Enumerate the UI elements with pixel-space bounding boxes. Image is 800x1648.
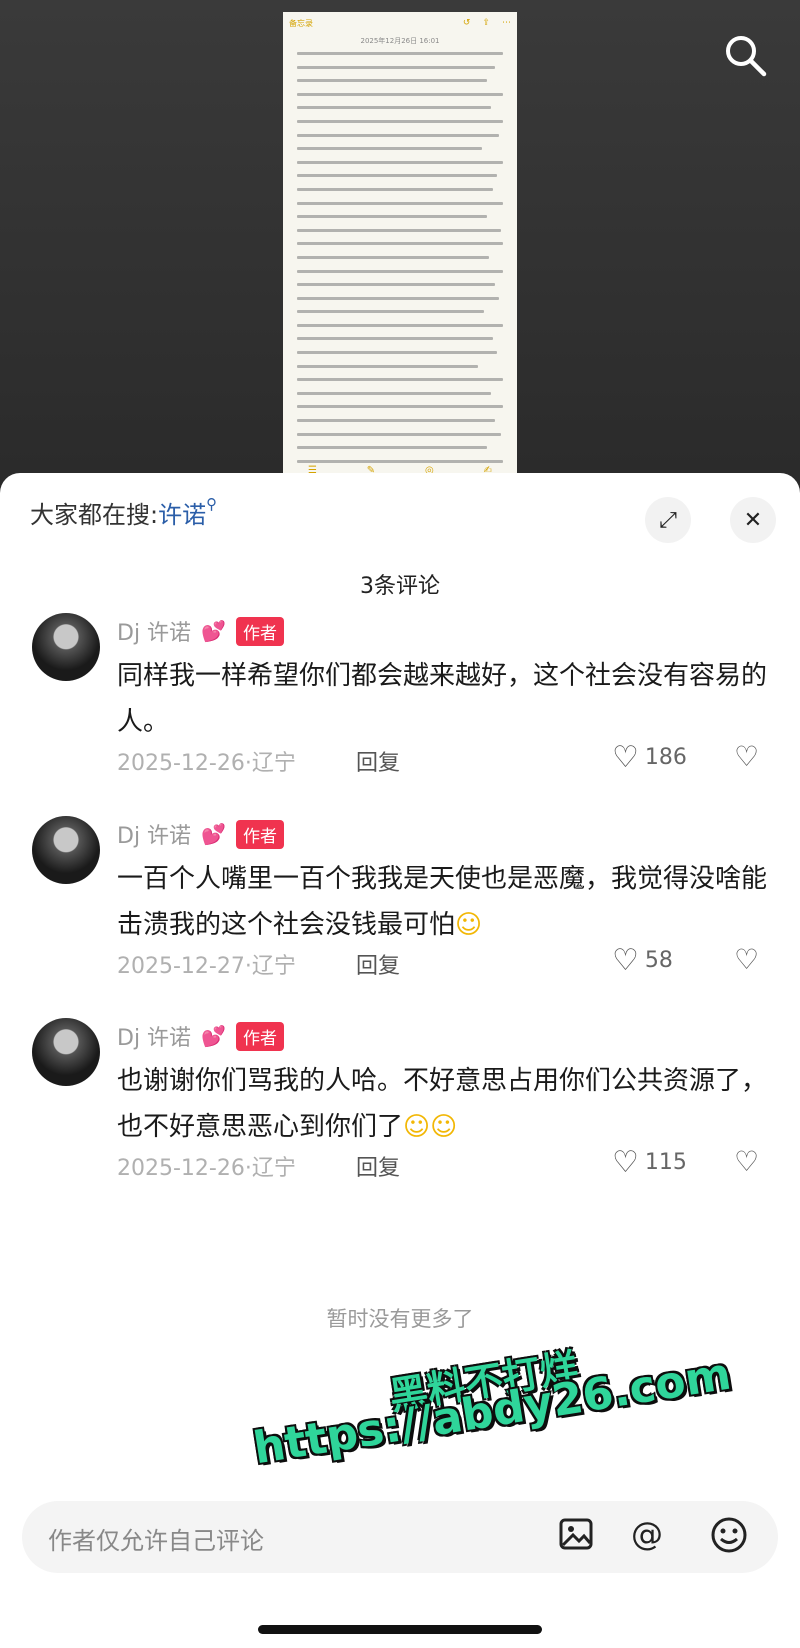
like-button[interactable]: ♡ 186 xyxy=(612,740,687,775)
memo-text-line xyxy=(297,405,503,409)
author-name[interactable]: Dj 许诺 xyxy=(117,818,191,850)
memo-screenshot: 备忘录 ↺ ⇪ ⋯ 2025年12月26日 16:01 ☰ ✎ ◎ ✍ xyxy=(283,12,517,482)
memo-text-line xyxy=(297,391,491,395)
close-icon: ✕ xyxy=(743,507,763,533)
memo-text-line xyxy=(297,269,503,273)
home-indicator xyxy=(258,1625,542,1634)
broken-heart-icon[interactable]: ♡ xyxy=(734,740,759,773)
memo-toolbar: 备忘录 ↺ ⇪ ⋯ xyxy=(283,12,517,34)
search-icon[interactable] xyxy=(722,32,768,78)
pink-hearts-icon: 💕 xyxy=(201,822,226,846)
author-badge: 作者 xyxy=(235,616,284,646)
memo-text-line xyxy=(297,52,503,55)
comment-meta: 2025-12-26·辽宁 xyxy=(117,751,296,776)
memo-text-line xyxy=(297,419,495,423)
emoji-icon[interactable] xyxy=(709,1515,749,1555)
memo-text-line xyxy=(297,147,483,151)
memo-text-line xyxy=(297,65,495,69)
author-name[interactable]: Dj 许诺 xyxy=(117,615,191,647)
memo-text-line xyxy=(297,337,493,341)
like-count: 58 xyxy=(644,948,673,973)
memo-text-line xyxy=(297,283,495,287)
comment-input-bar[interactable]: 作者仅允许自己评论 @ xyxy=(22,1501,778,1573)
video-background: 备忘录 ↺ ⇪ ⋯ 2025年12月26日 16:01 ☰ ✎ ◎ ✍ xyxy=(0,0,800,500)
memo-text-line xyxy=(297,92,503,96)
comment-meta: 2025-12-27·辽宁 xyxy=(117,954,296,979)
memo-text-line xyxy=(297,310,485,314)
memo-text-line xyxy=(297,133,499,137)
close-button[interactable]: ✕ xyxy=(730,497,776,543)
trending-search-keyword[interactable]: 许诺 xyxy=(158,501,206,529)
memo-undo-icon: ↺ xyxy=(462,18,471,28)
memo-text-line xyxy=(297,119,503,123)
memo-text-line xyxy=(297,201,503,205)
memo-text-line xyxy=(297,432,501,436)
like-count: 115 xyxy=(644,1150,687,1175)
memo-text-line xyxy=(297,323,503,327)
comment-input-placeholder: 作者仅允许自己评论 xyxy=(48,1527,264,1555)
avatar[interactable] xyxy=(32,613,100,681)
heart-outline-icon: ♡ xyxy=(612,740,639,775)
memo-text-line xyxy=(297,79,487,83)
memo-text-line xyxy=(297,459,503,463)
memo-text-line xyxy=(297,378,503,382)
comment-sheet: 大家都在搜:许诺⚲ ⤢ ✕ 3条评论 Dj 许诺 💕 作者 同样我一样希望你们都… xyxy=(0,473,800,1648)
comment-text: 一百个人嘴里一百个我我是天使也是恶魔，我觉得没啥能击溃我的这个社会没钱最可怕 xyxy=(117,864,768,940)
search-small-icon: ⚲ xyxy=(206,495,218,513)
memo-text-line xyxy=(297,187,493,191)
avatar[interactable] xyxy=(32,816,100,884)
no-more-label: 暂时没有更多了 xyxy=(326,1307,474,1331)
trending-search-prefix: 大家都在搜: xyxy=(30,501,159,529)
memo-more-icon: ⋯ xyxy=(502,18,511,28)
pink-hearts-icon: 💕 xyxy=(201,619,226,643)
heart-outline-icon: ♡ xyxy=(612,943,639,978)
expand-icon: ⤢ xyxy=(659,507,677,533)
pink-hearts-icon: 💕 xyxy=(201,1024,226,1048)
memo-text-line xyxy=(297,174,497,178)
memo-text-line xyxy=(297,446,487,450)
like-button[interactable]: ♡ 58 xyxy=(612,943,673,978)
memo-text-block xyxy=(283,52,517,482)
comment-meta: 2025-12-26·辽宁 xyxy=(117,1156,296,1181)
comment-count: 3条评论 xyxy=(360,574,440,599)
smiley-emoji-icon: ☺ xyxy=(455,910,483,940)
memo-text-line xyxy=(297,228,501,232)
expand-button[interactable]: ⤢ xyxy=(645,497,691,543)
memo-text-line xyxy=(297,160,503,164)
memo-date: 2025年12月26日 16:01 xyxy=(360,37,440,45)
broken-heart-icon[interactable]: ♡ xyxy=(734,943,759,976)
memo-text-line xyxy=(297,255,489,259)
author-badge: 作者 xyxy=(235,819,284,849)
reply-button[interactable]: 回复 xyxy=(356,1150,400,1182)
memo-back-label: 备忘录 xyxy=(289,18,313,28)
image-icon[interactable] xyxy=(557,1515,595,1553)
broken-heart-icon[interactable]: ♡ xyxy=(734,1145,759,1178)
memo-text-line xyxy=(297,215,487,219)
comment-item: Dj 许诺 💕 作者 一百个人嘴里一百个我我是天使也是恶魔，我觉得没啥能击溃我的… xyxy=(0,816,800,996)
comment-text: 同样我一样希望你们都会越来越好，这个社会没有容易的人。 xyxy=(117,661,768,737)
heart-outline-icon: ♡ xyxy=(612,1145,639,1180)
memo-text-line xyxy=(297,296,499,300)
memo-text-line xyxy=(297,242,503,246)
like-count: 186 xyxy=(644,745,687,770)
trending-search[interactable]: 大家都在搜:许诺⚲ xyxy=(30,495,217,530)
reply-button[interactable]: 回复 xyxy=(356,745,400,777)
like-button[interactable]: ♡ 115 xyxy=(612,1145,687,1180)
memo-text-line xyxy=(297,364,479,368)
memo-text-line xyxy=(297,351,497,355)
author-name[interactable]: Dj 许诺 xyxy=(117,1020,191,1052)
memo-text-line xyxy=(297,106,491,110)
memo-share-icon: ⇪ xyxy=(482,18,490,28)
reply-button[interactable]: 回复 xyxy=(356,948,400,980)
smiley-emoji-icon: ☺☺ xyxy=(403,1112,458,1142)
comment-item: Dj 许诺 💕 作者 也谢谢你们骂我的人哈。不好意思占用你们公共资源了，也不好意… xyxy=(0,1018,800,1198)
comment-item: Dj 许诺 💕 作者 同样我一样希望你们都会越来越好，这个社会没有容易的人。 2… xyxy=(0,613,800,793)
avatar[interactable] xyxy=(32,1018,100,1086)
at-icon[interactable]: @ xyxy=(631,1515,663,1553)
author-badge: 作者 xyxy=(235,1021,284,1051)
